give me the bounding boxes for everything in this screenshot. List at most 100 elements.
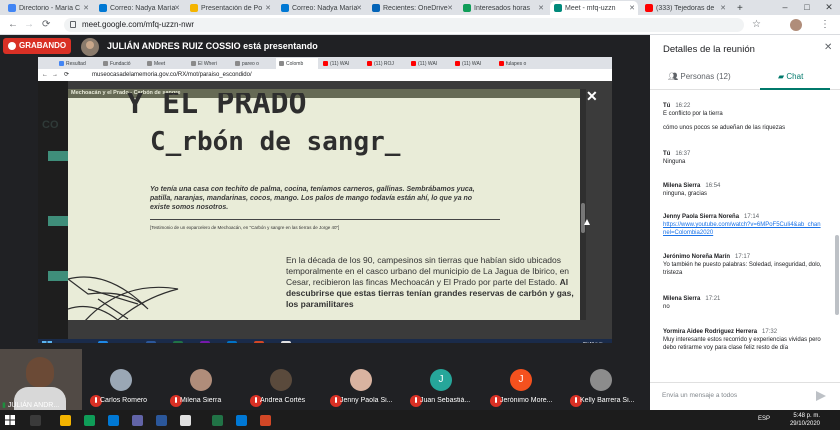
chat-message: Tú 16:37 Ninguna bbox=[663, 150, 823, 166]
participant-avatar bbox=[110, 369, 132, 391]
self-name-text: JULIÁN ANDR... bbox=[7, 402, 60, 409]
shared-tab: (11) ROJ bbox=[364, 58, 406, 69]
word-icon[interactable] bbox=[156, 415, 167, 426]
minimize-button[interactable]: – bbox=[774, 0, 796, 15]
browser-tab[interactable]: Interesados horas ✕ bbox=[459, 1, 547, 15]
tab-close-icon[interactable]: ✕ bbox=[356, 4, 362, 12]
excel-icon[interactable] bbox=[212, 415, 223, 426]
browser-tab[interactable]: Correo: Nadya María ✕ bbox=[95, 1, 183, 15]
panel-title: Detalles de la reunión bbox=[663, 44, 755, 55]
participant-tile[interactable]: Andrea Cortés bbox=[246, 357, 326, 407]
shared-tab: Colomb bbox=[276, 58, 318, 69]
recording-badge: GRABANDO bbox=[3, 38, 71, 54]
tab-close-icon[interactable]: ✕ bbox=[265, 4, 271, 12]
forward-arrow-icon[interactable]: → bbox=[24, 19, 34, 30]
shared-tab-favicon-icon bbox=[103, 61, 108, 66]
tab-favicon-icon bbox=[372, 4, 380, 12]
participant-tile[interactable]: Kelly Barrera Si... bbox=[566, 357, 646, 407]
tab-chat[interactable]: ▰ Chat bbox=[778, 72, 803, 81]
shared-reload-icon: ⟳ bbox=[64, 72, 70, 78]
url-text: meet.google.com/mfq-uzzn-nwr bbox=[82, 20, 195, 29]
address-bar-row: ← → ⟳ meet.google.com/mfq-uzzn-nwr ☆ ⋮ bbox=[0, 15, 840, 35]
tab-close-icon[interactable]: ✕ bbox=[538, 4, 544, 12]
teams-icon[interactable] bbox=[132, 415, 143, 426]
signal-icon: ▮ bbox=[2, 402, 6, 409]
message-text: cómo unos pocos se adueñan de las riquez… bbox=[663, 125, 786, 131]
presenter-avatar bbox=[81, 38, 99, 56]
message-sender: Jerónimo Noreña Marín bbox=[663, 254, 731, 260]
participant-tile[interactable]: Milena Sierra bbox=[166, 357, 246, 407]
shared-tab-label: Resultad bbox=[66, 60, 86, 67]
chrome-icon[interactable] bbox=[84, 415, 95, 426]
site-left-button bbox=[48, 216, 68, 226]
windows-start-icon[interactable] bbox=[5, 415, 15, 425]
message-text: no bbox=[663, 304, 670, 310]
participant-avatar bbox=[590, 369, 612, 391]
message-time: 16:37 bbox=[675, 151, 691, 157]
browser-tab[interactable]: Presentación de Po ✕ bbox=[186, 1, 274, 15]
back-arrow-icon[interactable]: ← bbox=[8, 19, 18, 30]
chat-message: Jerónimo Noreña Marín 17:17 Yo también he … bbox=[663, 253, 823, 277]
browser-tab[interactable]: Correo: Nadya María ✕ bbox=[277, 1, 365, 15]
tab-close-icon[interactable]: ✕ bbox=[447, 4, 453, 12]
close-window-button[interactable]: ✕ bbox=[818, 0, 840, 15]
tab-close-icon[interactable]: ✕ bbox=[83, 4, 89, 12]
shared-tab-strip: Resultad Fundació Meet El Wheri pareo o Colom… bbox=[38, 57, 612, 69]
shared-tab-label: El Wheri bbox=[198, 60, 217, 67]
maximize-button[interactable]: □ bbox=[796, 0, 818, 15]
message-sender: Milena Sierra bbox=[663, 296, 701, 302]
new-tab-button[interactable]: + bbox=[733, 1, 747, 15]
taskbar-time: 5:48 p. m. bbox=[793, 413, 820, 419]
meet-stage: GRABANDO JULIÁN ANDRES RUIZ COSSIO está … bbox=[0, 35, 650, 353]
self-head bbox=[26, 357, 54, 387]
panel-close-button[interactable]: ✕ bbox=[824, 42, 832, 53]
message-sender: Tú bbox=[663, 103, 671, 109]
site-left-button bbox=[48, 271, 68, 281]
shared-tab-favicon-icon bbox=[59, 61, 64, 66]
reload-icon[interactable]: ⟳ bbox=[42, 19, 50, 30]
store-icon[interactable] bbox=[108, 415, 119, 426]
tab-label: Presentación de Po bbox=[201, 4, 263, 12]
browser-tab[interactable]: (333) Tejedoras de ✕ bbox=[641, 1, 729, 15]
powerpoint-icon[interactable] bbox=[260, 415, 271, 426]
shared-tab-favicon-icon bbox=[323, 61, 328, 66]
participant-tile[interactable]: Jenny Paola Si... bbox=[326, 357, 406, 407]
tab-close-icon[interactable]: ✕ bbox=[629, 4, 635, 12]
tab-close-icon[interactable]: ✕ bbox=[720, 4, 726, 12]
chat-scrollbar[interactable] bbox=[835, 235, 839, 315]
file-explorer-icon[interactable] bbox=[60, 415, 71, 426]
url-field[interactable]: meet.google.com/mfq-uzzn-nwr bbox=[64, 18, 744, 32]
shared-tab-favicon-icon bbox=[191, 61, 196, 66]
edge-icon[interactable] bbox=[236, 415, 247, 426]
browser-tab[interactable]: Recientes: OneDrive ✕ bbox=[368, 1, 456, 15]
profile-avatar[interactable] bbox=[790, 19, 802, 31]
message-link[interactable]: https://www.youtube.com/watch?v=6MPoF5Cu… bbox=[663, 221, 823, 237]
participant-tile[interactable]: Carlos Romero bbox=[86, 357, 166, 407]
menu-icon[interactable]: ⋮ bbox=[820, 19, 830, 30]
recording-label: GRABANDO bbox=[19, 41, 67, 50]
site-left-text: CO bbox=[42, 119, 59, 131]
taskbar-lang[interactable]: ESP bbox=[758, 416, 770, 422]
browser-tab[interactable]: Directorio - María C ✕ bbox=[4, 1, 92, 15]
shared-tab-favicon-icon bbox=[147, 61, 152, 66]
self-video-tile[interactable]: ▮ JULIÁN ANDR... bbox=[0, 349, 82, 410]
chat-message: Milena Sierra 17:21 no bbox=[663, 295, 823, 311]
chat-input[interactable]: Envía un mensaje a todos bbox=[650, 382, 840, 410]
tab-favicon-icon bbox=[8, 4, 16, 12]
article-subtitle: C_rbón de sangr_ bbox=[150, 127, 401, 157]
participant-name: Kelly Barrera Si... bbox=[580, 397, 635, 404]
article-quote: Yo tenía una casa con techito de palma, … bbox=[150, 186, 475, 211]
chrome-icon[interactable] bbox=[180, 415, 191, 426]
browser-tab[interactable]: Meet - mfq-uzzn ✕ bbox=[550, 1, 638, 15]
message-text: Ninguna bbox=[663, 159, 686, 165]
participant-tile[interactable]: J Juan Sebastiá... bbox=[406, 357, 486, 407]
participant-avatar: J bbox=[430, 369, 452, 391]
search-icon[interactable] bbox=[30, 415, 41, 426]
participant-tile[interactable]: J Jerónimo More... bbox=[486, 357, 566, 407]
tab-people[interactable]: 👥︎ Personas (12) bbox=[668, 72, 731, 81]
divider bbox=[150, 219, 500, 220]
send-icon[interactable] bbox=[816, 391, 826, 401]
tab-close-icon[interactable]: ✕ bbox=[174, 4, 180, 12]
star-icon[interactable]: ☆ bbox=[752, 19, 761, 30]
taskbar-clock[interactable]: 5:48 p. m. 29/10/2020 bbox=[790, 412, 820, 428]
